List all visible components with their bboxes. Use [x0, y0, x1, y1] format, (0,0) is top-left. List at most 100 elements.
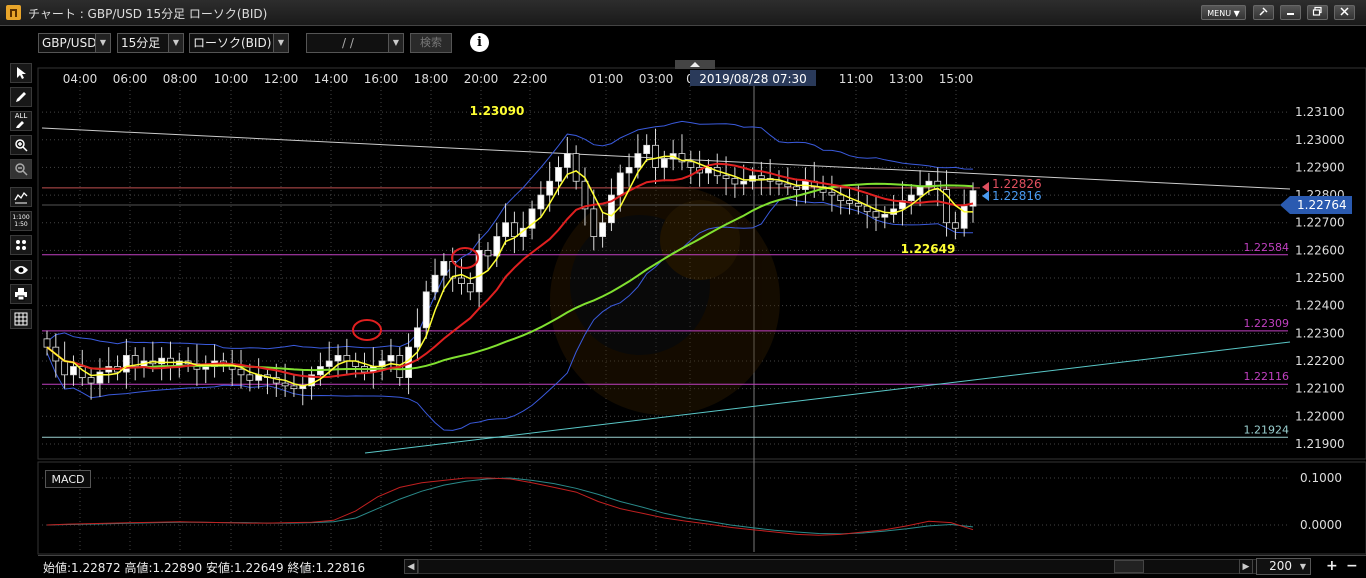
candle-body: [343, 355, 351, 362]
zoom-out-minus-button[interactable]: −: [1346, 558, 1358, 575]
candle-body: [881, 214, 889, 218]
candle-body: [431, 274, 439, 293]
candle-body: [854, 202, 862, 207]
candle-body: [440, 261, 448, 276]
y-tick-label: 1.22300: [1295, 326, 1345, 340]
candle-body: [387, 355, 395, 362]
x-tick-label: 11:00: [839, 72, 874, 86]
level-label: 1.21924: [1244, 423, 1290, 436]
current-price-label: 1.22764: [1297, 198, 1347, 212]
candle-body: [634, 153, 642, 168]
candle-body: [546, 180, 554, 196]
y-tick-label: 1.22700: [1295, 216, 1345, 230]
x-tick-label: 04:00: [63, 72, 98, 86]
y-tick-label: 1.22600: [1295, 243, 1345, 257]
candle-body: [590, 208, 598, 237]
bar-count-value: 200: [1269, 559, 1292, 573]
candle-body: [70, 366, 77, 376]
price-chart[interactable]: 04:00 06:00 08:00 10:00 12:00 14:00 16:00 18:00…: [0, 0, 1366, 555]
x-tick-label: 12:00: [264, 72, 299, 86]
candle-body: [466, 283, 474, 293]
candle-body: [872, 211, 880, 218]
y-tick-label: 1.22400: [1295, 299, 1345, 313]
candle-body: [537, 194, 545, 210]
scroll-right-icon[interactable]: ▶: [1239, 559, 1253, 574]
candle-body: [599, 222, 606, 237]
x-tick-label: 10:00: [214, 72, 249, 86]
candle-body: [458, 277, 465, 284]
ohlc-readout: 始値:1.22872 高値:1.22890 安値:1.22649 終値:1.22…: [43, 561, 366, 575]
candle-body: [652, 144, 659, 168]
candle-body: [511, 222, 518, 237]
macd-label: MACD: [45, 470, 91, 488]
candle-body: [625, 167, 633, 174]
candle-body: [334, 355, 342, 362]
bar-count-select[interactable]: 200 ▼: [1256, 558, 1311, 575]
candle-body: [281, 382, 289, 387]
candle-body: [643, 144, 651, 154]
scroll-left-icon[interactable]: ◀: [404, 559, 418, 574]
candle-body: [61, 360, 69, 376]
candle-body: [563, 153, 571, 168]
level-label: 1.22309: [1244, 317, 1290, 330]
x-tick-label: 01:00: [589, 72, 624, 86]
candle-body: [87, 377, 95, 384]
candle-body: [616, 172, 624, 196]
candle-body: [237, 368, 245, 376]
x-tick-label: 14:00: [314, 72, 349, 86]
candle-body: [43, 338, 51, 348]
candle-body: [122, 355, 130, 373]
y-tick-label: 1.23100: [1295, 105, 1345, 119]
y-tick-label: 1.22500: [1295, 271, 1345, 285]
candle-body: [660, 158, 668, 168]
candle-body: [96, 371, 104, 384]
candle-body: [290, 385, 298, 390]
candle-body: [422, 291, 430, 329]
candle-body: [757, 175, 765, 179]
candle-body: [202, 366, 210, 370]
zoom-in-plus-button[interactable]: +: [1326, 558, 1338, 575]
y-tick-label: 1.21900: [1295, 437, 1345, 451]
macd-panel: [37, 461, 1366, 555]
candle-body: [413, 327, 421, 348]
time-scrollbar[interactable]: [418, 559, 1258, 574]
x-tick-label: 13:00: [889, 72, 924, 86]
price-label-blue: 1.22816: [992, 189, 1042, 203]
high-price-label: 1.23090: [470, 104, 525, 118]
candle-body: [951, 222, 959, 229]
candle-body: [581, 180, 589, 210]
x-tick-label: 20:00: [464, 72, 499, 86]
macd-y-tick-label: 0.0000: [1300, 518, 1342, 532]
scrollbar-thumb[interactable]: [1114, 560, 1144, 573]
crosshair-time-label: 2019/08/28 07:30: [699, 72, 807, 86]
x-tick-label: 15:00: [939, 72, 974, 86]
candle-body: [907, 194, 915, 202]
x-tick-label: 06:00: [113, 72, 148, 86]
x-tick-label: 16:00: [364, 72, 399, 86]
candle-body: [687, 161, 695, 168]
status-bar: 始値:1.22872 高値:1.22890 安値:1.22649 終値:1.22…: [38, 555, 1366, 578]
y-tick-label: 1.22200: [1295, 354, 1345, 368]
candle-body: [916, 186, 924, 196]
x-tick-label: 03:00: [639, 72, 674, 86]
candle-body: [828, 191, 836, 196]
y-tick-label: 1.22000: [1295, 409, 1345, 423]
candle-body: [246, 374, 254, 381]
candle-body: [775, 180, 783, 185]
level-label: 1.22116: [1244, 370, 1290, 383]
panel-collapse-tab[interactable]: [675, 60, 715, 69]
macd-y-tick-label: 0.1000: [1300, 471, 1342, 485]
x-tick-label: 18:00: [414, 72, 449, 86]
candle-body: [793, 186, 801, 190]
candle-body: [572, 153, 580, 182]
chevron-down-icon: ▼: [1299, 562, 1307, 571]
candle-body: [502, 222, 509, 237]
candle-body: [837, 194, 845, 202]
candle-body: [325, 360, 333, 367]
candle-body: [484, 249, 492, 257]
candle-body: [555, 167, 562, 182]
candle-body: [740, 180, 748, 185]
y-tick-label: 1.22900: [1295, 160, 1345, 174]
candle-body: [784, 183, 792, 188]
candle-body: [722, 175, 730, 179]
